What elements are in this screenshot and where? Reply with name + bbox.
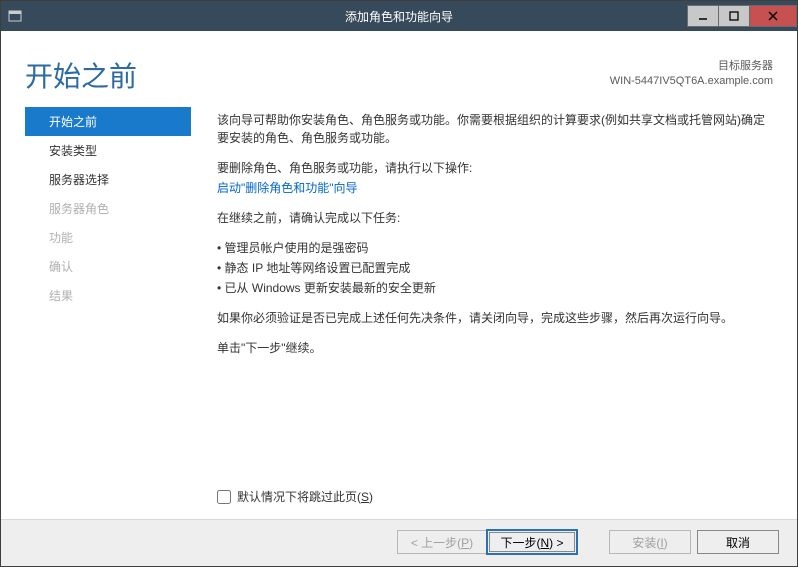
minimize-button[interactable] — [687, 5, 719, 27]
skip-row: 默认情况下将跳过此页(S) — [1, 488, 797, 519]
content-row: 开始之前 安装类型 服务器选择 服务器角色 功能 确认 结果 该向导可帮助你安装… — [1, 95, 797, 488]
nav-results: 结果 — [37, 281, 191, 310]
install-button: 安装(I) — [609, 530, 691, 554]
target-server-value: WIN-5447IV5QT6A.example.com — [610, 74, 773, 89]
nav-confirmation: 确认 — [37, 252, 191, 281]
verify-note: 如果你必须验证是否已完成上述任何先决条件，请关闭向导，完成这些步骤，然后再次运行… — [217, 309, 767, 327]
nav-before-you-begin[interactable]: 开始之前 — [25, 107, 191, 136]
bullet-static-ip: • 静态 IP 地址等网络设置已配置完成 — [217, 259, 767, 277]
skip-checkbox-row[interactable]: 默认情况下将跳过此页(S) — [217, 488, 797, 505]
nav-installation-type[interactable]: 安装类型 — [37, 136, 191, 165]
titlebar: 添加角色和功能向导 — [1, 1, 797, 31]
target-server-box: 目标服务器 WIN-5447IV5QT6A.example.com — [610, 59, 773, 90]
window-controls — [688, 5, 797, 27]
next-button[interactable]: 下一步(N) > — [487, 530, 577, 554]
click-next-note: 单击"下一步"继续。 — [217, 339, 767, 357]
nav-server-roles: 服务器角色 — [37, 194, 191, 223]
maximize-button[interactable] — [718, 5, 750, 27]
header-row: 开始之前 目标服务器 WIN-5447IV5QT6A.example.com — [1, 31, 797, 95]
prerequisite-list: • 管理员帐户使用的是强密码 • 静态 IP 地址等网络设置已配置完成 • 已从… — [217, 239, 767, 297]
previous-button: < 上一步(P) — [397, 530, 487, 554]
nav-button-pair: < 上一步(P) 下一步(N) > — [397, 530, 577, 554]
main-content: 该向导可帮助你安装角色、角色服务或功能。你需要根据组织的计算要求(例如共享文档或… — [191, 107, 797, 488]
nav-server-selection[interactable]: 服务器选择 — [37, 165, 191, 194]
nav-features: 功能 — [37, 223, 191, 252]
bullet-strong-password: • 管理员帐户使用的是强密码 — [217, 239, 767, 257]
bullet-windows-update: • 已从 Windows 更新安装最新的安全更新 — [217, 279, 767, 297]
page-heading: 开始之前 — [25, 55, 610, 95]
remove-label: 要删除角色、角色服务或功能，请执行以下操作: — [217, 159, 767, 177]
button-spacer — [583, 530, 603, 554]
target-server-label: 目标服务器 — [610, 59, 773, 74]
window-body: 开始之前 目标服务器 WIN-5447IV5QT6A.example.com 开… — [1, 31, 797, 566]
wizard-window: 添加角色和功能向导 开始之前 目标服务器 WIN-5447IV5QT6A.exa… — [0, 0, 798, 567]
window-title: 添加角色和功能向导 — [1, 8, 797, 25]
remove-roles-link[interactable]: 启动"删除角色和功能"向导 — [217, 179, 358, 197]
app-icon — [7, 8, 23, 24]
skip-checkbox[interactable] — [217, 490, 231, 504]
intro-text: 该向导可帮助你安装角色、角色服务或功能。你需要根据组织的计算要求(例如共享文档或… — [217, 111, 767, 147]
skip-checkbox-label: 默认情况下将跳过此页(S) — [237, 488, 373, 505]
wizard-sidebar: 开始之前 安装类型 服务器选择 服务器角色 功能 确认 结果 — [1, 107, 191, 488]
close-button[interactable] — [749, 5, 797, 27]
cancel-button[interactable]: 取消 — [697, 530, 779, 554]
before-continue-label: 在继续之前，请确认完成以下任务: — [217, 209, 767, 227]
footer: < 上一步(P) 下一步(N) > 安装(I) 取消 — [1, 520, 797, 566]
